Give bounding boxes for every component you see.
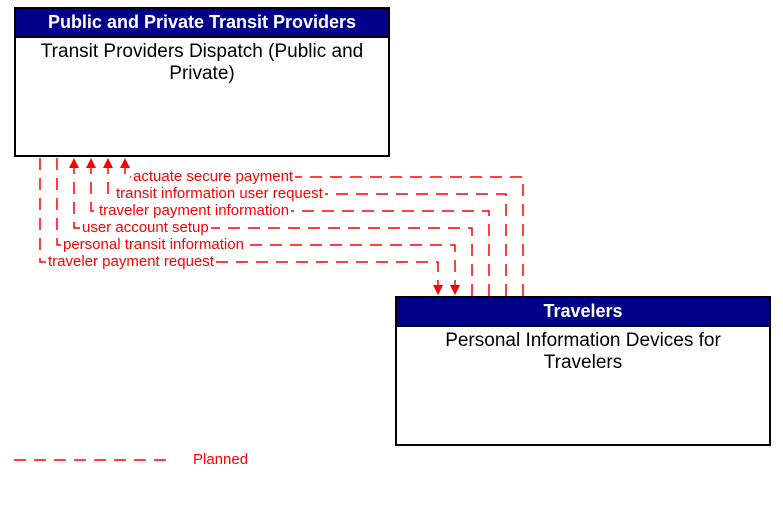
- arrow-head-icon: [120, 158, 130, 168]
- entity-personal-devices: Travelers Personal Information Devices f…: [395, 296, 771, 446]
- entity-body: Personal Information Devices for Travele…: [397, 327, 769, 407]
- arrow-head-icon: [86, 158, 96, 168]
- flow-label-traveler-payment-request: traveler payment request: [46, 253, 216, 270]
- arrow-head-icon: [69, 158, 79, 168]
- entity-header: Public and Private Transit Providers: [16, 9, 388, 38]
- entity-header: Travelers: [397, 298, 769, 327]
- legend-label-planned: Planned: [193, 451, 248, 468]
- arrow-head-icon: [450, 285, 460, 295]
- entity-body: Transit Providers Dispatch (Public and P…: [16, 38, 388, 118]
- flow-label-user-account-setup: user account setup: [80, 219, 211, 236]
- flow-label-personal-transit-information: personal transit information: [61, 236, 246, 253]
- flow-label-actuate-secure-payment: actuate secure payment: [131, 168, 295, 185]
- flow-label-transit-information-user-request: transit information user request: [114, 185, 325, 202]
- arrow-head-icon: [433, 285, 443, 295]
- flow-label-traveler-payment-information: traveler payment information: [97, 202, 291, 219]
- entity-transit-dispatch: Public and Private Transit Providers Tra…: [14, 7, 390, 157]
- arrow-head-icon: [103, 158, 113, 168]
